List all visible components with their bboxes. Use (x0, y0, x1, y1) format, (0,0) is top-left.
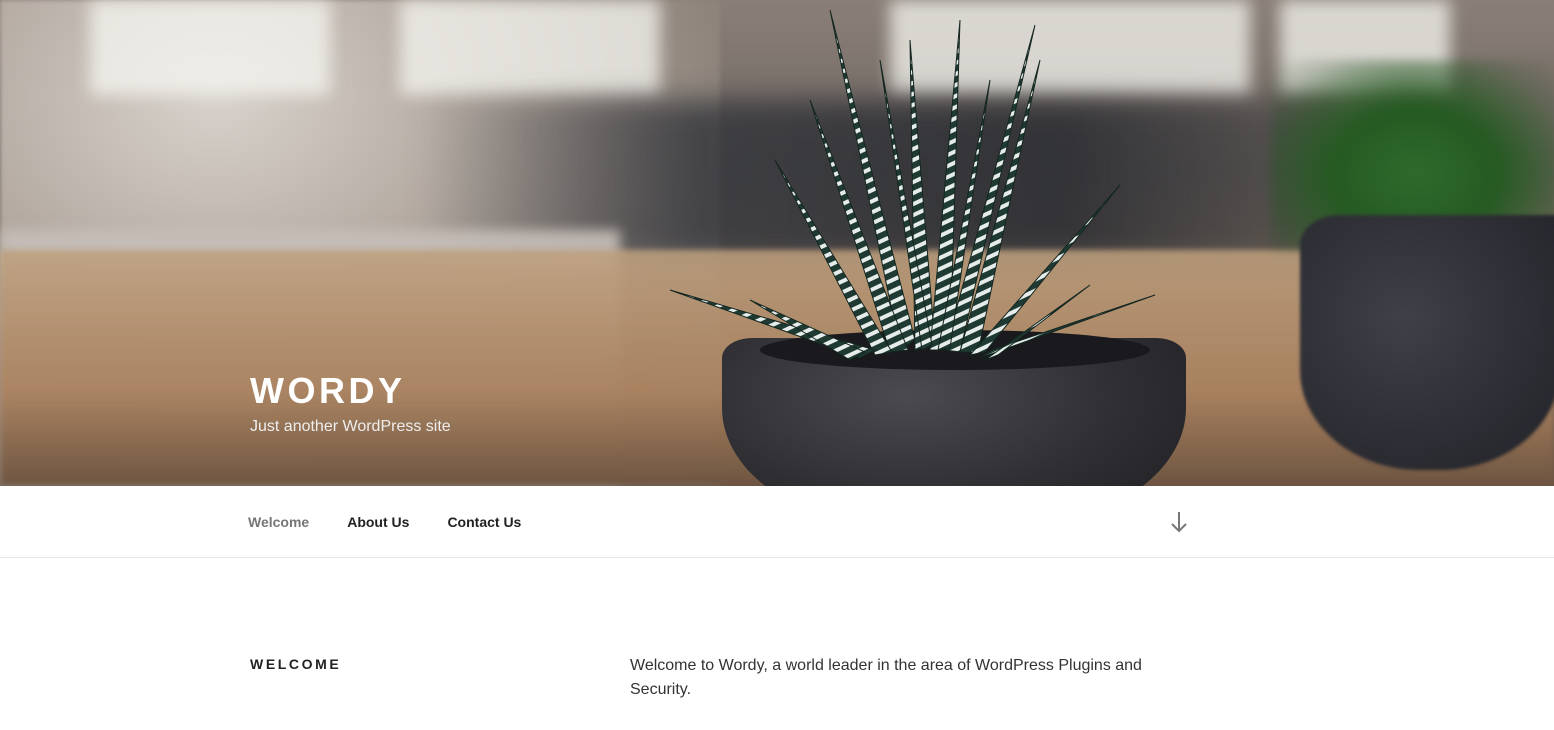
site-branding: WORDY Just another WordPress site (250, 368, 451, 436)
nav-menu: Welcome About Us Contact Us (248, 486, 559, 557)
succulent-plant-image (669, 9, 1156, 361)
scroll-down-button[interactable] (1168, 510, 1190, 534)
site-tagline: Just another WordPress site (250, 418, 451, 435)
nav-item-welcome[interactable]: Welcome (248, 514, 309, 530)
page-title: WELCOME (250, 656, 342, 672)
main-navigation: Welcome About Us Contact Us (0, 486, 1554, 558)
page-body-text: Welcome to Wordy, a world leader in the … (630, 657, 1142, 698)
header-image (0, 0, 1554, 486)
nav-item-contact-us[interactable]: Contact Us (447, 514, 521, 530)
nav-item-about-us[interactable]: About Us (347, 514, 409, 530)
page-content: WELCOME Welcome to Wordy, a world leader… (0, 558, 1554, 730)
arrow-down-icon (1171, 512, 1187, 533)
site-title[interactable]: WORDY (250, 368, 451, 414)
